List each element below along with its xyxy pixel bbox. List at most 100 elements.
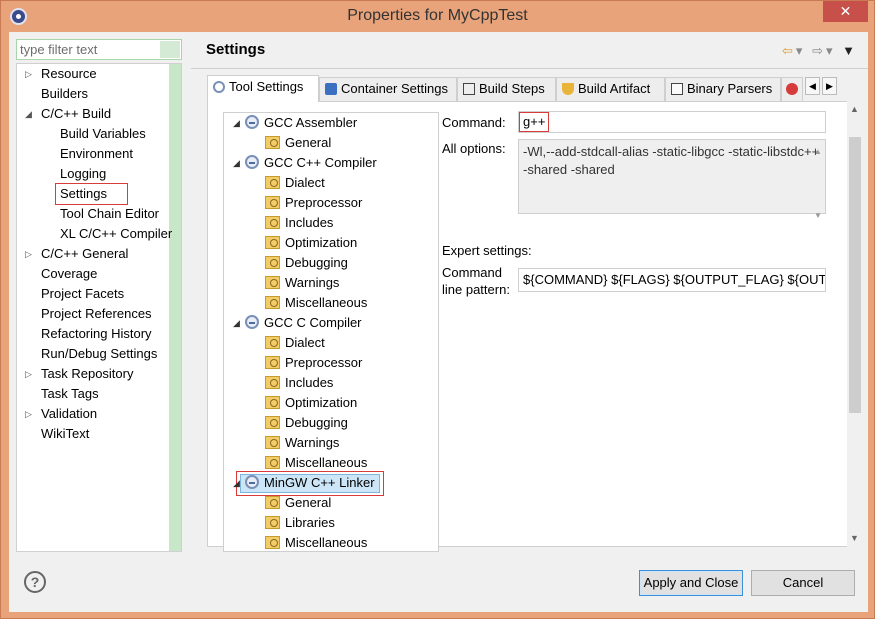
- title-bar[interactable]: Properties for MyCppTest ✕: [1, 1, 874, 33]
- tree-node-label: GCC C Compiler: [264, 315, 362, 330]
- options-folder-icon: [265, 436, 280, 449]
- apply-and-close-button[interactable]: Apply and Close: [639, 570, 743, 596]
- collapse-icon[interactable]: ◢: [233, 113, 240, 133]
- back-arrow-icon[interactable]: ⇦: [782, 43, 796, 58]
- tree-node-label: MinGW C++ Linker: [264, 475, 375, 490]
- selected-nav-highlight: [55, 183, 128, 205]
- expand-icon[interactable]: ▷: [25, 244, 32, 264]
- nav-item-label: C/C++ General: [41, 246, 129, 261]
- nav-item-label: Task Tags: [41, 386, 99, 401]
- scroll-thumb[interactable]: [849, 137, 861, 413]
- option-category-node[interactable]: General: [265, 133, 331, 153]
- clear-filter-icon[interactable]: [160, 41, 180, 58]
- history-controls: ⇦▾ ⇨▾ ▼: [782, 43, 858, 59]
- tab-label: Build Artifact: [578, 81, 651, 96]
- option-category-node[interactable]: Includes: [265, 373, 333, 393]
- tab-error-overflow[interactable]: [781, 77, 803, 101]
- close-button[interactable]: ✕: [823, 1, 868, 22]
- tool-node[interactable]: ◢ GCC C++ Compiler: [233, 153, 377, 173]
- option-category-node[interactable]: Optimization: [265, 393, 357, 413]
- forward-arrow-icon[interactable]: ⇨: [812, 43, 826, 58]
- error-icon: [786, 83, 798, 95]
- option-category-node[interactable]: Debugging: [265, 413, 348, 433]
- collapse-icon[interactable]: ◢: [233, 473, 240, 493]
- nav-item-label: Resource: [41, 66, 97, 81]
- nav-item-label: Coverage: [41, 266, 98, 281]
- scroll-down-icon[interactable]: ▼: [850, 533, 859, 543]
- options-folder-icon: [265, 536, 280, 549]
- filter-input[interactable]: type filter text: [16, 39, 182, 60]
- nav-item-label: Refactoring History: [41, 326, 152, 341]
- option-category-node[interactable]: Libraries: [265, 513, 335, 533]
- option-category-node[interactable]: Warnings: [265, 433, 339, 453]
- option-category-node[interactable]: Includes: [265, 213, 333, 233]
- tool-node[interactable]: ◢ MinGW C++ Linker: [233, 473, 375, 493]
- nav-item-label: Run/Debug Settings: [41, 346, 158, 361]
- options-folder-icon: [265, 196, 280, 209]
- option-category-node[interactable]: Preprocessor: [265, 353, 362, 373]
- nav-item-label: Environment: [60, 146, 133, 161]
- tree-node-label: Miscellaneous: [285, 535, 368, 550]
- tree-node-label: Miscellaneous: [285, 455, 368, 470]
- tree-node-label: GCC C++ Compiler: [264, 155, 377, 170]
- tab-container-settings[interactable]: Container Settings: [319, 77, 457, 101]
- option-category-node[interactable]: Dialect: [265, 333, 325, 353]
- options-scroll-icon[interactable]: ▲ ▼: [811, 140, 825, 220]
- tree-node-label: Includes: [285, 375, 334, 390]
- tree-node-label: Miscellaneous: [285, 295, 368, 310]
- tool-node[interactable]: ◢ GCC Assembler: [233, 113, 358, 133]
- tab-label: Tool Settings: [229, 79, 304, 94]
- collapse-icon[interactable]: ◢: [25, 104, 32, 124]
- option-category-node[interactable]: Preprocessor: [265, 193, 362, 213]
- nav-item-label: Project Facets: [41, 286, 125, 301]
- tab-binary-parsers[interactable]: Binary Parsers: [665, 77, 781, 101]
- preference-tree[interactable]: ▷ Resource Builders ◢ C/C++ Build Build Varia…: [16, 63, 182, 552]
- command-field[interactable]: g++: [518, 111, 826, 133]
- option-category-node[interactable]: Warnings: [265, 273, 339, 293]
- page-scrollbar[interactable]: ▲ ▼: [847, 101, 863, 547]
- tab-build-artifact[interactable]: Build Artifact: [556, 77, 665, 101]
- options-folder-icon: [265, 296, 280, 309]
- collapse-icon[interactable]: ◢: [233, 153, 240, 173]
- tree-node-label: Dialect: [285, 335, 325, 350]
- tool-tree[interactable]: ◢ GCC Assembler General ◢ GCC C++ Compiler Di…: [223, 112, 439, 552]
- expand-icon[interactable]: ▷: [25, 64, 32, 84]
- command-line-pattern-field[interactable]: ${COMMAND} ${FLAGS} ${OUTPUT_FLAG} ${OUT…: [518, 268, 826, 292]
- nav-item-label: WikiText: [41, 426, 90, 441]
- expand-icon[interactable]: ▷: [25, 404, 32, 424]
- nav-scrollbar[interactable]: [169, 64, 181, 551]
- option-category-node[interactable]: Miscellaneous: [265, 533, 368, 551]
- back-menu-icon[interactable]: ▾: [796, 43, 806, 58]
- header-divider: [191, 68, 868, 69]
- view-menu-icon[interactable]: ▼: [842, 43, 858, 58]
- forward-menu-icon[interactable]: ▾: [826, 43, 836, 58]
- option-category-node[interactable]: Dialect: [265, 173, 325, 193]
- tool-node[interactable]: ◢ GCC C Compiler: [233, 313, 362, 333]
- tool-settings-icon: [213, 81, 225, 93]
- tool-icon: [245, 315, 259, 329]
- tab-scroll-right[interactable]: ▶: [822, 77, 837, 95]
- tree-node-label: General: [285, 135, 332, 150]
- option-category-node[interactable]: Miscellaneous: [265, 293, 367, 313]
- help-icon[interactable]: ?: [24, 571, 46, 593]
- option-category-node[interactable]: Debugging: [265, 253, 348, 273]
- tree-node-label: GCC Assembler: [264, 115, 358, 130]
- option-category-node[interactable]: Miscellaneous: [265, 453, 367, 473]
- tree-node-label: Warnings: [285, 435, 340, 450]
- all-options-field[interactable]: -Wl,--add-stdcall-alias -static-libgcc -…: [518, 139, 826, 220]
- tab-build-steps[interactable]: Build Steps: [457, 77, 556, 101]
- tab-tool-settings[interactable]: Tool Settings: [207, 75, 319, 102]
- options-folder-icon: [265, 216, 280, 229]
- expand-icon[interactable]: ▷: [25, 364, 32, 384]
- nav-item-label: Build Variables: [60, 126, 146, 141]
- collapse-icon[interactable]: ◢: [233, 313, 240, 333]
- tab-scroll-left[interactable]: ◀: [805, 77, 820, 95]
- option-category-node[interactable]: Optimization: [265, 233, 357, 253]
- option-category-node[interactable]: General: [265, 493, 331, 513]
- nav-item-label: XL C/C++ Compiler: [60, 226, 173, 241]
- scroll-up-icon[interactable]: ▲: [850, 104, 859, 114]
- tree-node-label: Debugging: [285, 415, 348, 430]
- options-folder-icon: [265, 516, 280, 529]
- cancel-button[interactable]: Cancel: [751, 570, 855, 596]
- tool-icon: [245, 475, 259, 489]
